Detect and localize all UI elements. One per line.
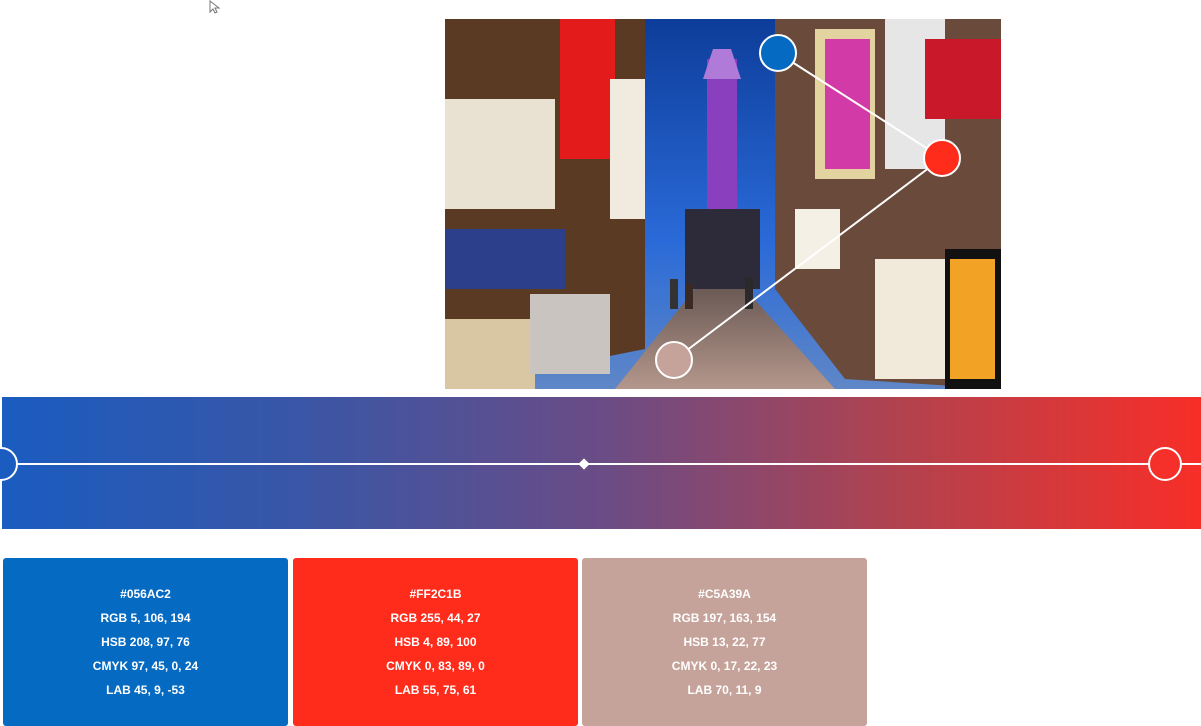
swatch-hsb: HSB 13, 22, 77 <box>683 635 766 649</box>
swatch-cmyk: CMYK 97, 45, 0, 24 <box>92 659 199 673</box>
picker-marker-red[interactable] <box>923 139 961 177</box>
gradient-bar[interactable] <box>0 397 1201 529</box>
swatch-lab: LAB 55, 75, 61 <box>394 683 477 697</box>
swatch-hsb: HSB 4, 89, 100 <box>394 635 477 649</box>
color-swatch-blue[interactable]: #056AC2 RGB 5, 106, 194 HSB 208, 97, 76 … <box>3 558 288 726</box>
swatch-rgb: RGB 255, 44, 27 <box>390 611 481 625</box>
picker-marker-beige[interactable] <box>655 341 693 379</box>
mouse-cursor-icon <box>209 0 221 14</box>
source-photo <box>445 19 1001 389</box>
gradient-end-handle[interactable] <box>1148 447 1182 481</box>
swatch-hex: #C5A39A <box>698 587 751 601</box>
gradient-line <box>2 463 1201 465</box>
swatch-lab: LAB 70, 11, 9 <box>687 683 762 697</box>
swatch-hex: #FF2C1B <box>409 587 462 601</box>
swatch-cmyk: CMYK 0, 83, 89, 0 <box>386 659 485 673</box>
swatch-hex: #056AC2 <box>120 587 171 601</box>
gradient-start-handle[interactable] <box>0 447 18 481</box>
swatch-rgb: RGB 197, 163, 154 <box>672 611 777 625</box>
color-swatch-red[interactable]: #FF2C1B RGB 255, 44, 27 HSB 4, 89, 100 C… <box>293 558 578 726</box>
swatch-hsb: HSB 208, 97, 76 <box>101 635 190 649</box>
swatch-cmyk: CMYK 0, 17, 22, 23 <box>671 659 778 673</box>
color-swatch-beige[interactable]: #C5A39A RGB 197, 163, 154 HSB 13, 22, 77… <box>582 558 867 726</box>
swatch-rgb: RGB 5, 106, 194 <box>100 611 191 625</box>
swatch-lab: LAB 45, 9, -53 <box>106 683 185 697</box>
picker-marker-blue[interactable] <box>759 34 797 72</box>
gradient-midpoint-handle[interactable] <box>578 458 590 470</box>
